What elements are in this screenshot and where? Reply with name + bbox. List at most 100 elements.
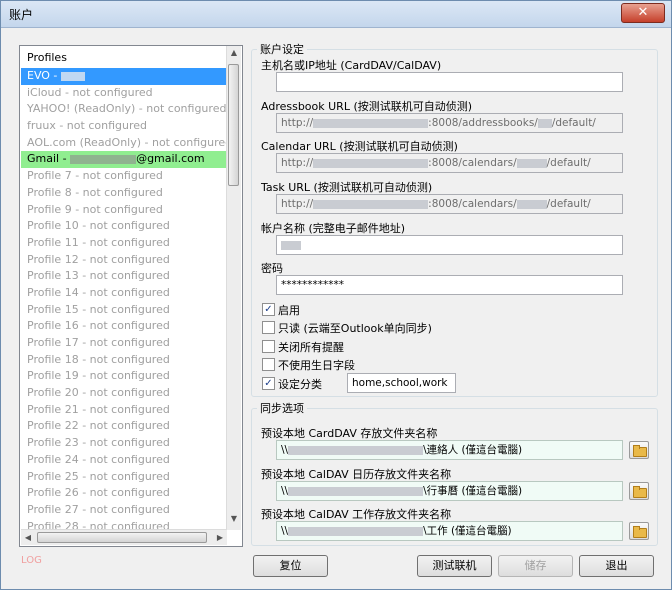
checkbox-4[interactable]: [262, 358, 275, 371]
task-folder-label: 预设本地 CalDAV 工作存放文件夹名称: [261, 508, 452, 521]
profiles-horizontal-scrollbar[interactable]: ◀ ▶: [21, 529, 227, 545]
scroll-thumb[interactable]: [228, 64, 239, 186]
redacted-text: [281, 240, 301, 250]
redacted-text: [60, 71, 85, 81]
profile-item-label: Profile 26 - not configured: [27, 486, 170, 500]
scroll-down-icon[interactable]: ▼: [227, 514, 241, 530]
redacted-text: [313, 199, 429, 209]
profile-item[interactable]: Profile 19 - not configured: [21, 368, 229, 385]
checkmark-icon: ✓: [264, 378, 273, 389]
profile-item[interactable]: fruux - not configured: [21, 118, 229, 135]
scroll-right-icon[interactable]: ▶: [213, 530, 227, 545]
close-button[interactable]: ✕: [621, 3, 665, 23]
caldav-path-prefix: \\: [281, 485, 289, 497]
task-url-input[interactable]: http://:8008/calendars/ /default/: [276, 194, 623, 214]
profile-item-label: Gmail -: [27, 152, 71, 166]
addressbook-url-path: :8008/addressbooks/: [428, 117, 538, 129]
checkbox-label: 只读 (云端至Outlook单向同步): [278, 322, 432, 335]
checkbox-label: 设定分类: [278, 378, 322, 391]
checkbox-1[interactable]: ✓: [262, 303, 275, 316]
carddav-path-prefix: \\: [281, 444, 289, 456]
profile-item-label: fruux - not configured: [27, 119, 147, 133]
profile-item[interactable]: Profile 8 - not configured: [21, 185, 229, 202]
carddav-folder-input[interactable]: \\ \連絡人 (僅這台電腦): [276, 440, 623, 460]
profile-item[interactable]: Profile 23 - not configured: [21, 435, 229, 452]
checkbox-3[interactable]: [262, 340, 275, 353]
caldav-folder-input[interactable]: \\ \行事曆 (僅這台電腦): [276, 481, 623, 501]
profile-item-label: Profile 18 - not configured: [27, 352, 170, 366]
profile-item[interactable]: Profile 15 - not configured: [21, 302, 229, 319]
profile-item[interactable]: Profile 26 - not configured: [21, 485, 229, 502]
exit-button[interactable]: 退出: [579, 555, 654, 577]
host-label: 主机名或IP地址 (CardDAV/CalDAV): [261, 59, 442, 72]
profile-item-label: Profile 11 - not configured: [27, 235, 170, 249]
profiles-vertical-scrollbar[interactable]: ▲ ▼: [226, 46, 241, 530]
carddav-browse-button[interactable]: [629, 441, 649, 459]
hscroll-thumb[interactable]: [37, 532, 207, 543]
profile-item-label: Profile 19 - not configured: [27, 369, 170, 383]
task-folder-input[interactable]: \\ \工作 (僅這台電腦): [276, 521, 623, 541]
scroll-left-icon[interactable]: ◀: [21, 530, 35, 545]
profile-item[interactable]: Profile 7 - not configured: [21, 168, 229, 185]
redacted-text: [516, 199, 547, 209]
host-input[interactable]: [276, 72, 623, 92]
profile-item-label: Profile 17 - not configured: [27, 336, 170, 349]
reset-button[interactable]: 复位: [253, 555, 328, 577]
folder-icon: [633, 486, 647, 498]
profile-item-label: EVO -: [27, 69, 61, 82]
calendar-url-input[interactable]: http://:8008/calendars/ /default/: [276, 153, 623, 173]
profile-item[interactable]: Profile 27 - not configured: [21, 502, 229, 519]
profile-item[interactable]: Profile 18 - not configured: [21, 352, 229, 369]
title-bar: 账户 ✕: [1, 1, 671, 28]
profile-item[interactable]: Profile 25 - not configured: [21, 469, 229, 486]
checkbox-2[interactable]: [262, 321, 275, 334]
profile-item-label: Profile 24 - not configured: [27, 452, 170, 466]
profile-item[interactable]: Profile 22 - not configured: [21, 418, 229, 435]
profile-item-label: Profile 20 - not configured: [27, 386, 170, 400]
categories-input[interactable]: home,school,work: [347, 373, 456, 393]
profile-item[interactable]: Profile 17 - not configured: [21, 335, 229, 352]
profiles-list[interactable]: Profiles EVO - iCloud - not configured YA…: [19, 45, 243, 547]
test-connection-button[interactable]: 测试联机: [417, 555, 492, 577]
task-browse-button[interactable]: [629, 522, 649, 540]
profile-item-label: Profile 13 - not configured: [27, 269, 170, 283]
checkbox-label: 关闭所有提醒: [278, 341, 344, 354]
profile-item-label: AOL.com (ReadOnly) - not configured: [27, 135, 229, 149]
scroll-up-icon[interactable]: ▲: [227, 48, 241, 64]
checkbox-label: 不使用生日字段: [278, 359, 355, 372]
profile-item-label: YAHOO! (ReadOnly) - not configured: [27, 102, 227, 116]
password-input[interactable]: ************: [276, 275, 623, 295]
redacted-text: [313, 118, 429, 128]
profile-item-label: Profile 14 - not configured: [27, 285, 170, 299]
profile-item[interactable]: Profile 16 - not configured: [21, 318, 229, 335]
checkbox-5[interactable]: ✓: [262, 377, 275, 390]
profile-item[interactable]: Profile 21 - not configured: [21, 402, 229, 419]
profile-item[interactable]: Profile 11 - not configured: [21, 235, 229, 252]
addressbook-url-input[interactable]: http://:8008/addressbooks/ /default/: [276, 113, 623, 133]
profile-item[interactable]: YAHOO! (ReadOnly) - not configured: [21, 101, 229, 118]
profile-item[interactable]: Profile 13 - not configured: [21, 268, 229, 285]
log-link[interactable]: LOG: [21, 555, 42, 566]
profile-item[interactable]: Profile 24 - not configured: [21, 452, 229, 469]
account-settings-title: 账户设定: [257, 41, 307, 57]
window-title: 账户: [9, 8, 34, 22]
profile-item[interactable]: Profile 10 - not configured: [21, 218, 229, 235]
save-button[interactable]: 储存: [498, 555, 573, 577]
profile-item[interactable]: iCloud - not configured: [21, 85, 229, 102]
profile-item[interactable]: Profile 12 - not configured: [21, 252, 229, 269]
profile-item-label: Profile 15 - not configured: [27, 302, 170, 316]
folder-icon: [633, 526, 647, 538]
profile-item-label: Profile 8 - not configured: [27, 185, 163, 199]
profile-item[interactable]: Gmail - @gmail.com: [21, 151, 229, 169]
task-url-path: :8008/calendars/: [428, 198, 517, 210]
redacted-text: [313, 158, 429, 168]
profile-item[interactable]: Profile 9 - not configured: [21, 202, 229, 219]
username-input[interactable]: [276, 235, 623, 255]
profile-item[interactable]: AOL.com (ReadOnly) - not configured: [21, 135, 229, 152]
calendar-url-path: :8008/calendars/: [428, 157, 517, 169]
profile-item[interactable]: EVO -: [21, 68, 229, 85]
profile-item-label: Profile 7 - not configured: [27, 169, 163, 183]
profile-item[interactable]: Profile 14 - not configured: [21, 285, 229, 302]
caldav-browse-button[interactable]: [629, 482, 649, 500]
profile-item[interactable]: Profile 20 - not configured: [21, 385, 229, 402]
